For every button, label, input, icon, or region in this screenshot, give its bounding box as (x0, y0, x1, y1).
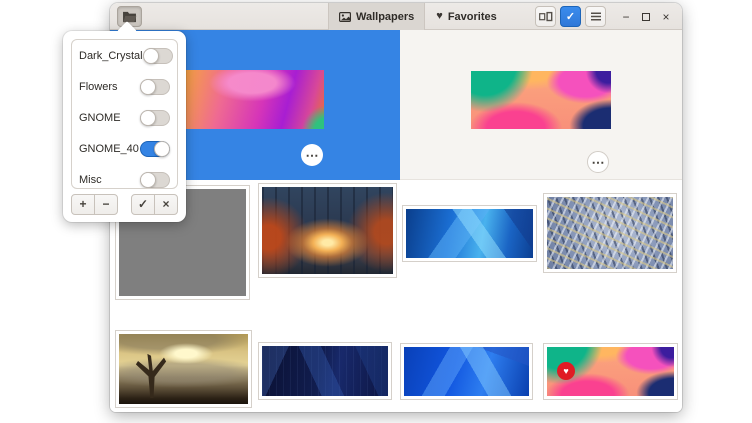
favorite-badge: ♥ (557, 362, 575, 380)
heart-icon: ♥ (436, 11, 443, 22)
folder-name: Misc (79, 174, 102, 186)
wallpaper-thumbnail[interactable] (115, 330, 252, 408)
folder-toggle[interactable] (140, 79, 170, 95)
wallpaper-thumbnail[interactable]: ♥ (543, 343, 678, 400)
confirm-button[interactable]: ✓ (131, 194, 155, 215)
toggle-knob (140, 172, 156, 188)
window-maximize-icon (642, 13, 650, 21)
minimize-button[interactable]: − (616, 6, 636, 27)
folder-name: GNOME_40 (79, 143, 139, 155)
wallpaper-thumbnail[interactable] (402, 205, 537, 262)
folder-name: Flowers (79, 81, 118, 93)
tab-label: Favorites (448, 11, 497, 23)
dual-monitor-icon (539, 11, 553, 22)
menu-icon (591, 12, 601, 21)
minimize-icon: − (622, 10, 629, 24)
folder-row-gnome[interactable]: GNOME (72, 102, 177, 133)
confirm-cancel-group: ✓ × (131, 194, 178, 215)
add-remove-group: + − (71, 194, 118, 215)
monitor-0-more-button[interactable]: ⋯ (301, 144, 323, 166)
folder-toggle[interactable] (140, 141, 170, 157)
folder-list: Dark_Crystal Flowers GNOME GNOME_40 Misc (71, 39, 178, 189)
wallpaper-grid: ♥ (110, 180, 682, 412)
wallpaper-thumbnail[interactable] (258, 342, 392, 400)
remove-folder-button[interactable]: − (94, 194, 118, 215)
app-window: Wallpapers ♥ Favorites ✓ (110, 3, 682, 412)
cancel-button[interactable]: × (154, 194, 178, 215)
close-icon: × (662, 10, 669, 24)
monitor-1-more-button[interactable]: ⋯ (587, 151, 609, 173)
image-icon (339, 12, 351, 22)
folder-toggle[interactable] (140, 172, 170, 188)
monitors-row: ⋯ Monitor 0 (27GL850) ⋯ Monitor 1 (ASUS … (110, 30, 682, 180)
wallpaper-image (406, 209, 533, 258)
menu-button[interactable] (585, 6, 606, 27)
monitor-1-panel[interactable]: ⋯ Monitor 1 (ASUS PB277) (400, 30, 682, 180)
toggle-knob (154, 141, 170, 157)
maximize-button[interactable] (636, 6, 656, 27)
window-controls: − × (616, 6, 676, 27)
wallpaper-image (262, 187, 393, 274)
wallpaper-image (119, 334, 248, 404)
header-bar: Wallpapers ♥ Favorites ✓ (110, 3, 682, 30)
folders-popover: Dark_Crystal Flowers GNOME GNOME_40 Misc… (63, 31, 186, 222)
tab-wallpapers[interactable]: Wallpapers (328, 3, 425, 30)
folder-row-misc[interactable]: Misc (72, 164, 177, 189)
check-icon: ✓ (566, 10, 575, 23)
folder-name: GNOME (79, 112, 121, 124)
folder-toggle[interactable] (143, 48, 173, 64)
view-switcher: Wallpapers ♥ Favorites (328, 3, 508, 30)
apply-button[interactable]: ✓ (560, 6, 581, 27)
folder-name: Dark_Crystal (79, 50, 143, 62)
displays-button[interactable] (535, 6, 556, 27)
popover-actions: + − ✓ × (71, 194, 178, 215)
folder-row-dark-crystal[interactable]: Dark_Crystal (72, 40, 177, 71)
heart-icon: ♥ (563, 367, 568, 376)
tab-label: Wallpapers (356, 11, 414, 23)
wallpaper-thumbnail[interactable] (258, 183, 397, 278)
folder-toggle[interactable] (140, 110, 170, 126)
header-actions: ✓ − × (531, 6, 676, 27)
wallpaper-image (262, 346, 388, 396)
close-button[interactable]: × (656, 6, 676, 27)
monitor-0-wallpaper-preview (186, 70, 324, 129)
wallpaper-thumbnail[interactable] (400, 343, 533, 400)
wallpaper-image (547, 197, 673, 269)
toggle-knob (143, 48, 159, 64)
toggle-knob (140, 79, 156, 95)
wallpaper-image: ♥ (547, 347, 674, 396)
add-folder-button[interactable]: + (71, 194, 95, 215)
folder-row-flowers[interactable]: Flowers (72, 71, 177, 102)
monitor-1-wallpaper-preview (471, 71, 611, 129)
tab-favorites[interactable]: ♥ Favorites (425, 3, 507, 30)
wallpaper-image (404, 347, 529, 396)
wallpaper-thumbnail[interactable] (543, 193, 677, 273)
open-folder-icon (122, 11, 137, 23)
folder-row-gnome-40[interactable]: GNOME_40 (72, 133, 177, 164)
toggle-knob (140, 110, 156, 126)
